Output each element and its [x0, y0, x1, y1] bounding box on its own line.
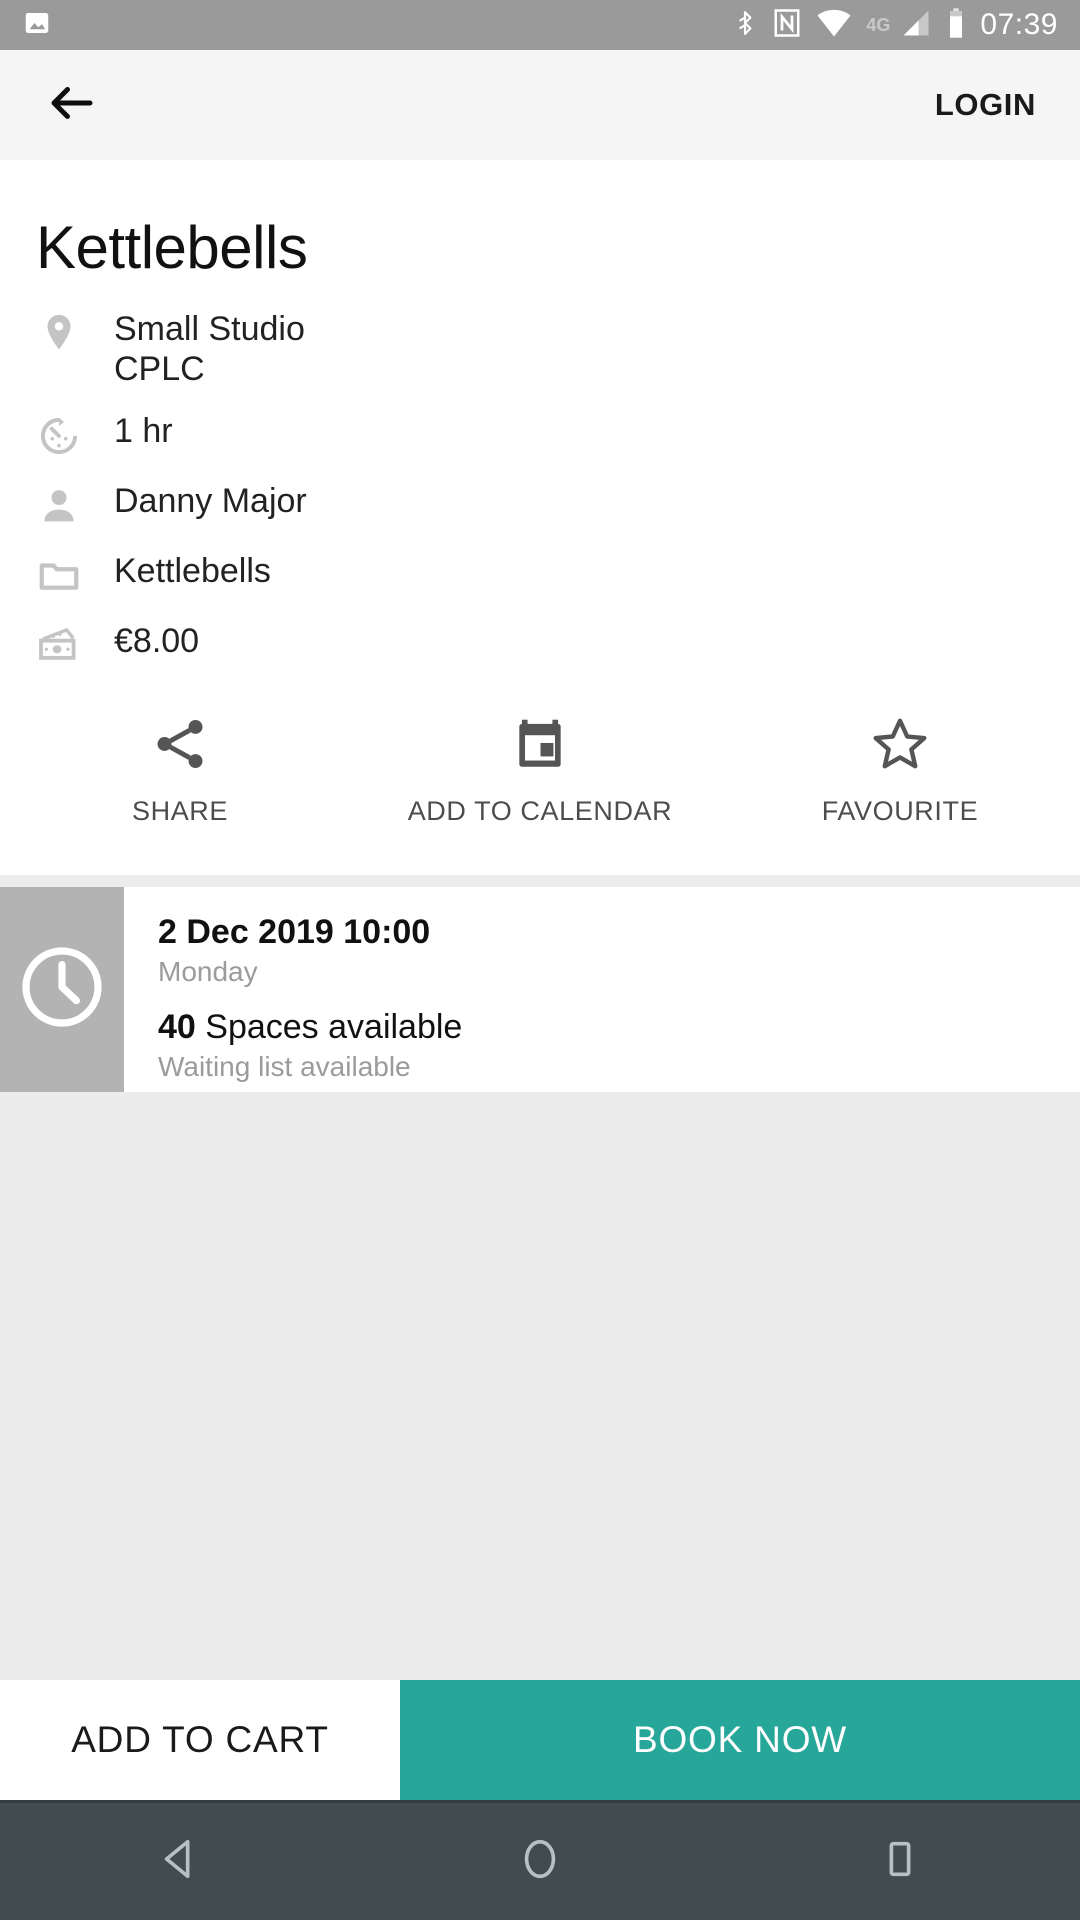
signal-icon [900, 8, 932, 43]
session-waiting-list: Waiting list available [158, 1051, 411, 1083]
share-button-label: SHARE [131, 796, 229, 827]
folder-icon [36, 549, 114, 599]
detail-row-instructor: Danny Major [0, 469, 1080, 539]
session-datetime: 2 Dec 2019 10:00 [158, 913, 431, 952]
nfc-icon [772, 7, 802, 44]
calendar-icon [509, 713, 571, 780]
bluetooth-icon [732, 7, 758, 44]
nav-recents-square-icon [877, 1836, 923, 1887]
session-list: 2 Dec 2019 10:00 Monday 40 Spaces availa… [0, 875, 1080, 1680]
bottom-action-bar: ADD TO CART BOOK NOW [0, 1680, 1080, 1800]
money-icon [36, 619, 114, 669]
android-nav-bar [0, 1800, 1080, 1920]
detail-location-line1: Small Studio [114, 310, 305, 348]
session-spaces-count: 40 [158, 1008, 196, 1047]
detail-instructor-text: Danny Major [114, 482, 307, 521]
location-pin-icon [36, 307, 114, 357]
add-to-calendar-button[interactable]: ADD TO CALENDAR [360, 713, 720, 827]
nav-home-button[interactable] [485, 1807, 595, 1917]
book-now-button[interactable]: BOOK NOW [400, 1680, 1080, 1800]
nav-back-button[interactable] [125, 1807, 235, 1917]
detail-row-category: Kettlebells [0, 539, 1080, 609]
session-weekday: Monday [158, 956, 258, 988]
session-spaces: 40 Spaces available [158, 1008, 1080, 1047]
app-toolbar: LOGIN [0, 50, 1080, 160]
network-type-label: 4G [866, 15, 891, 35]
detail-row-price: €8.00 [0, 609, 1080, 679]
wifi-icon [816, 8, 852, 43]
session-list-item[interactable]: 2 Dec 2019 10:00 Monday 40 Spaces availa… [0, 887, 1080, 1093]
status-bar: 4G 07:39 [0, 0, 1080, 50]
session-thumbnail [0, 887, 124, 1093]
back-arrow-icon [45, 76, 99, 135]
session-spaces-label: Spaces available [195, 1008, 463, 1047]
nav-home-circle-icon [517, 1836, 563, 1887]
person-icon [36, 479, 114, 529]
add-to-cart-button[interactable]: ADD TO CART [0, 1680, 400, 1800]
session-details: 2 Dec 2019 10:00 Monday 40 Spaces availa… [124, 887, 1080, 1092]
nav-recents-button[interactable] [845, 1807, 955, 1917]
detail-price-text: €8.00 [114, 622, 200, 661]
app-root: 4G 07:39 LOGIN Kettlebells Small Studio … [0, 0, 1080, 1920]
detail-duration-text: 1 hr [114, 412, 173, 451]
battery-icon [946, 7, 966, 44]
timer-icon [36, 409, 114, 459]
detail-location-line2: CPLC [114, 350, 205, 389]
detail-location-text: Small Studio CPLC [114, 307, 305, 389]
status-bar-right: 4G 07:39 [732, 7, 1058, 44]
back-button[interactable] [40, 73, 104, 137]
status-bar-left [22, 8, 52, 43]
page-title: Kettlebells [36, 214, 308, 281]
nav-back-triangle-icon [157, 1836, 203, 1887]
class-detail-section: Kettlebells Small Studio CPLC 1 hr Danny… [0, 160, 1080, 876]
detail-category-text: Kettlebells [114, 552, 271, 591]
image-icon [22, 8, 52, 43]
detail-row-duration: 1 hr [0, 399, 1080, 469]
favourite-button[interactable]: FAVOURITE [720, 713, 1080, 827]
favourite-button-label: FAVOURITE [821, 796, 979, 827]
action-button-row: SHARE ADD TO CALENDAR FAVOURITE [0, 679, 1080, 847]
detail-row-location: Small Studio CPLC [0, 297, 1080, 399]
login-button[interactable]: LOGIN [931, 79, 1040, 131]
star-outline-icon [869, 713, 931, 780]
status-bar-clock: 07:39 [980, 8, 1058, 41]
add-to-calendar-label: ADD TO CALENDAR [407, 796, 673, 827]
share-icon [149, 713, 211, 780]
clock-icon [14, 939, 110, 1040]
share-button[interactable]: SHARE [0, 713, 360, 827]
